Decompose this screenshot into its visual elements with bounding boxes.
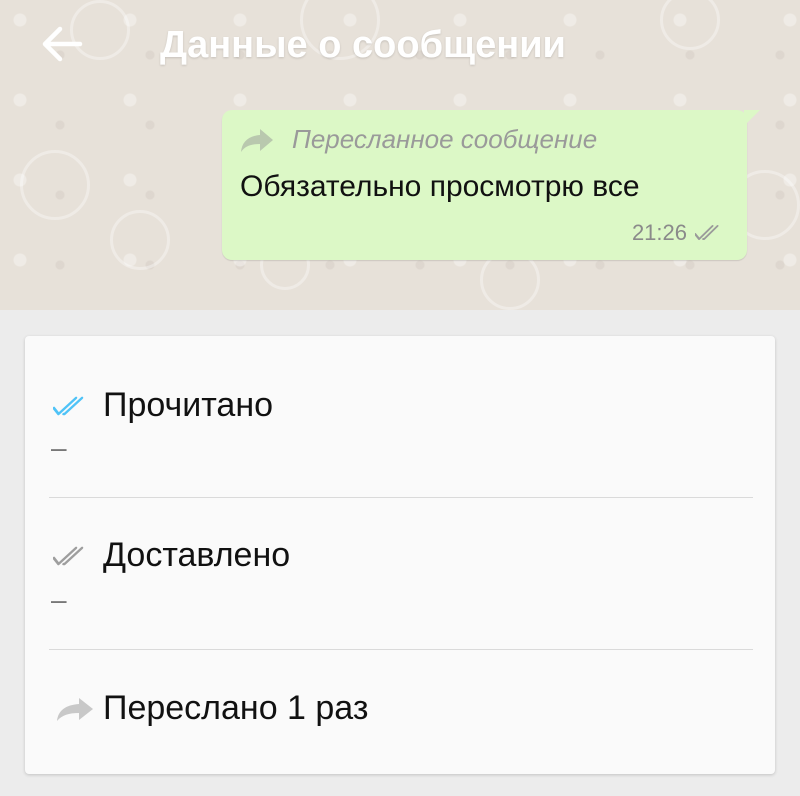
divider [49,497,753,498]
double-check-gray-icon [53,546,84,565]
read-row: Прочитано [53,386,273,425]
forwarded-label: Пересланное сообщение [292,124,598,154]
divider [49,649,753,650]
forwarded-row: Переслано 1 раз [53,689,368,728]
message-bubble[interactable]: Пересланное сообщение Обязательно просмо… [222,110,747,260]
double-check-blue-icon [53,396,84,415]
message-info-card: Прочитано – Доставлено – Переслано 1 раз [25,336,775,774]
read-value: – [51,432,67,463]
bubble-tail [744,110,760,126]
message-meta: 21:26 [632,220,729,246]
app-header: Данные о сообщении [0,0,800,95]
delivered-row: Доставлено [53,536,290,575]
forwarded-indicator: Пересланное сообщение [240,124,597,155]
arrow-left-icon [42,26,83,62]
back-button[interactable] [40,22,84,66]
forwarded-count-label: Переслано 1 раз [103,689,369,727]
page-title: Данные о сообщении [160,24,566,66]
message-time: 21:26 [631,220,687,245]
forward-arrow-icon [241,128,273,152]
delivered-value: – [51,584,67,615]
double-check-icon [695,225,719,240]
delivered-label: Доставлено [103,536,291,574]
message-text: Обязательно просмотрю все [240,170,640,203]
read-label: Прочитано [103,386,273,424]
forward-arrow-icon [57,697,93,721]
